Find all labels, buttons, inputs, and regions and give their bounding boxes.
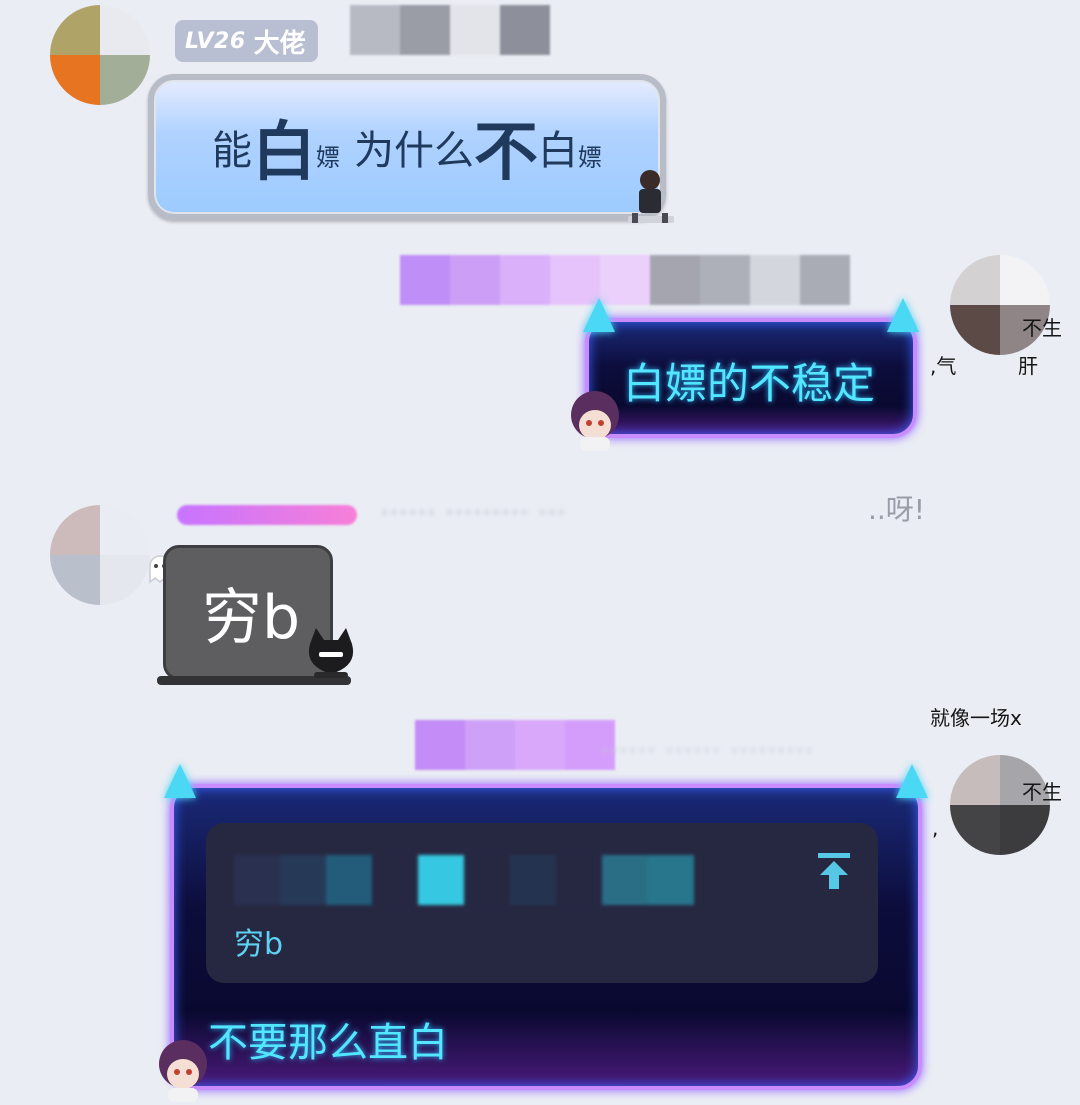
title-label: 大佬 — [253, 28, 306, 59]
sender-badge-redacted — [177, 505, 357, 525]
avatar-pixel — [50, 55, 100, 105]
sender-name-redacted: …… ……… … — [380, 488, 566, 521]
avatar-sender-1[interactable] — [50, 5, 150, 105]
avatar-pixel — [950, 255, 1000, 305]
avatar-pixel — [100, 55, 150, 105]
cat-ear-right — [887, 298, 919, 332]
self-name-redacted — [415, 720, 615, 770]
avatar-pixel — [1000, 255, 1050, 305]
side-snippet: 不生 — [1022, 780, 1062, 804]
avatar-pixel — [50, 505, 100, 555]
sender-name-redacted — [350, 5, 550, 55]
avatar-sender-2[interactable] — [50, 505, 150, 605]
self-name-redacted-tail: …… …… ……… — [600, 726, 814, 759]
avatar-pixel — [950, 305, 1000, 355]
message-bubble-1[interactable]: 能白嫖 为什么不白嫖 — [148, 74, 666, 220]
bubble-character-icon — [628, 170, 674, 223]
arrow-to-top-icon[interactable] — [816, 851, 852, 891]
cat-ear-left — [583, 298, 615, 332]
self-name-redacted — [400, 255, 850, 305]
avatar-pixel — [100, 5, 150, 55]
side-snippet: 肝 — [1018, 354, 1038, 378]
quoted-message[interactable]: 穷b — [206, 823, 878, 983]
bubble-character-icon — [159, 1040, 207, 1102]
side-snippet: , — [932, 816, 939, 840]
cat-ear-right — [896, 764, 928, 798]
message-text-4: 不要那么直白 — [208, 1020, 448, 1066]
message-bubble-2[interactable]: 白嫖的不稳定 — [583, 298, 919, 438]
message-text-1: 能白嫖 为什么不白嫖 — [212, 116, 602, 190]
avatar-pixel — [100, 555, 150, 605]
avatar-pixel — [50, 555, 100, 605]
message-text-3: 穷b — [201, 583, 301, 653]
side-snippet: 就像一场x — [930, 706, 1022, 730]
bubble-character-icon — [571, 391, 619, 451]
avatar-pixel — [50, 5, 100, 55]
level-badge: LV26 大佬 — [175, 20, 318, 62]
level-label: LV26 — [185, 28, 246, 54]
message-text-2: 白嫖的不稳定 — [623, 359, 876, 408]
quoted-text: 穷b — [234, 927, 284, 962]
sender-name-suffix: ..呀! — [868, 493, 926, 526]
cat-ear-left — [164, 764, 196, 798]
avatar-self-2[interactable] — [950, 755, 1050, 855]
side-snippet: ,气 — [930, 354, 957, 378]
avatar-pixel — [1000, 805, 1050, 855]
avatar-pixel — [100, 505, 150, 555]
side-snippet: 不生 — [1022, 316, 1062, 340]
quoted-sender-redacted — [234, 855, 694, 905]
black-cat-icon — [308, 628, 354, 678]
avatar-pixel — [950, 755, 1000, 805]
avatar-pixel — [950, 805, 1000, 855]
